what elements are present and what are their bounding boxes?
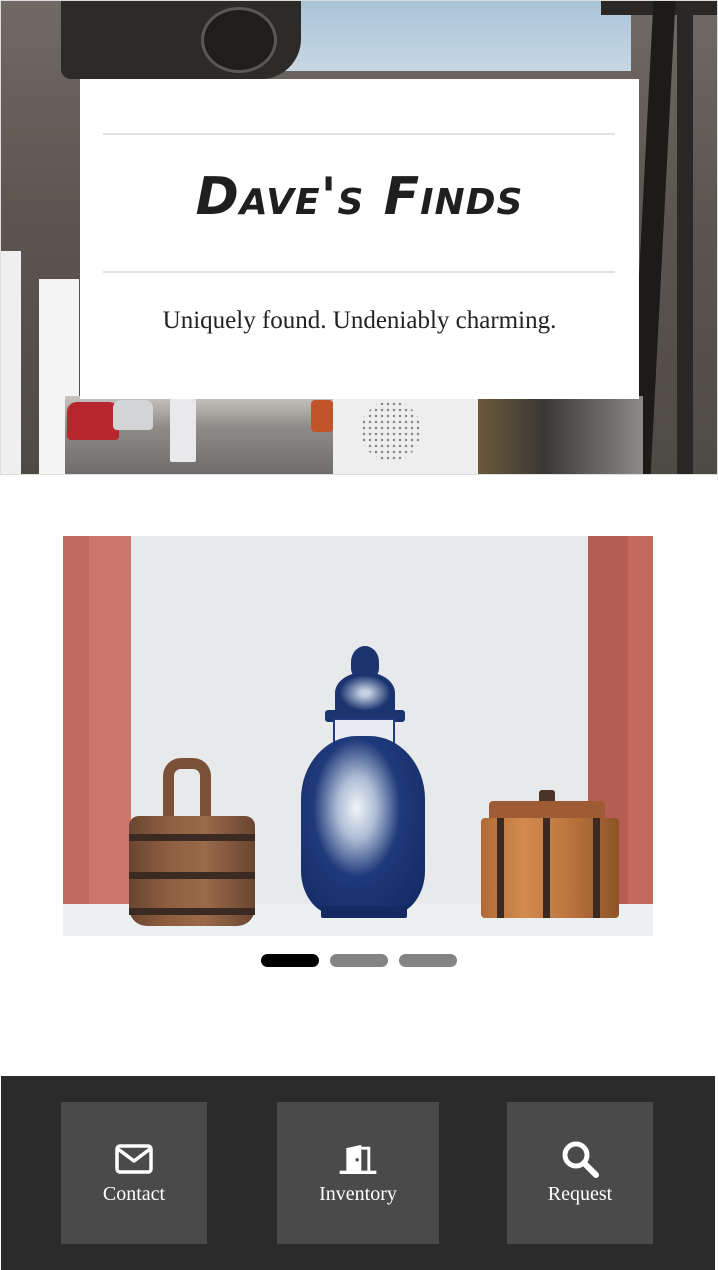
- carousel-indicators: [0, 954, 718, 968]
- title-divider-top: [103, 133, 615, 135]
- blue-white-ginger-jar: [301, 736, 425, 916]
- wooden-box: [481, 818, 619, 918]
- contact-label: Contact: [102, 1182, 166, 1205]
- carousel-indicator-2[interactable]: [330, 954, 388, 967]
- footer-nav: Contact Inventory Request: [1, 1076, 715, 1270]
- hero-background-street-photo: [65, 396, 335, 474]
- request-button[interactable]: Request: [507, 1102, 653, 1244]
- wooden-bucket: [129, 816, 255, 926]
- contact-button[interactable]: Contact: [61, 1102, 207, 1244]
- request-label: Request: [547, 1182, 613, 1205]
- site-title: Dave's Finds: [195, 167, 524, 227]
- hero-title-card: Dave's Finds Uniquely found. Undeniably …: [80, 79, 639, 399]
- carousel-indicator-1[interactable]: [261, 954, 319, 967]
- hero-banner: Dave's Finds Uniquely found. Undeniably …: [0, 0, 718, 475]
- hero-background-camera: [61, 1, 301, 79]
- title-divider-bottom: [103, 271, 615, 273]
- image-carousel[interactable]: [63, 536, 653, 936]
- door-open-icon: [338, 1141, 378, 1177]
- envelope-icon: [114, 1141, 154, 1177]
- site-tagline: Uniquely found. Undeniably charming.: [162, 307, 557, 334]
- inventory-button[interactable]: Inventory: [277, 1102, 439, 1244]
- search-icon: [560, 1141, 600, 1178]
- carousel-indicator-3[interactable]: [399, 954, 457, 967]
- inventory-label: Inventory: [319, 1182, 397, 1205]
